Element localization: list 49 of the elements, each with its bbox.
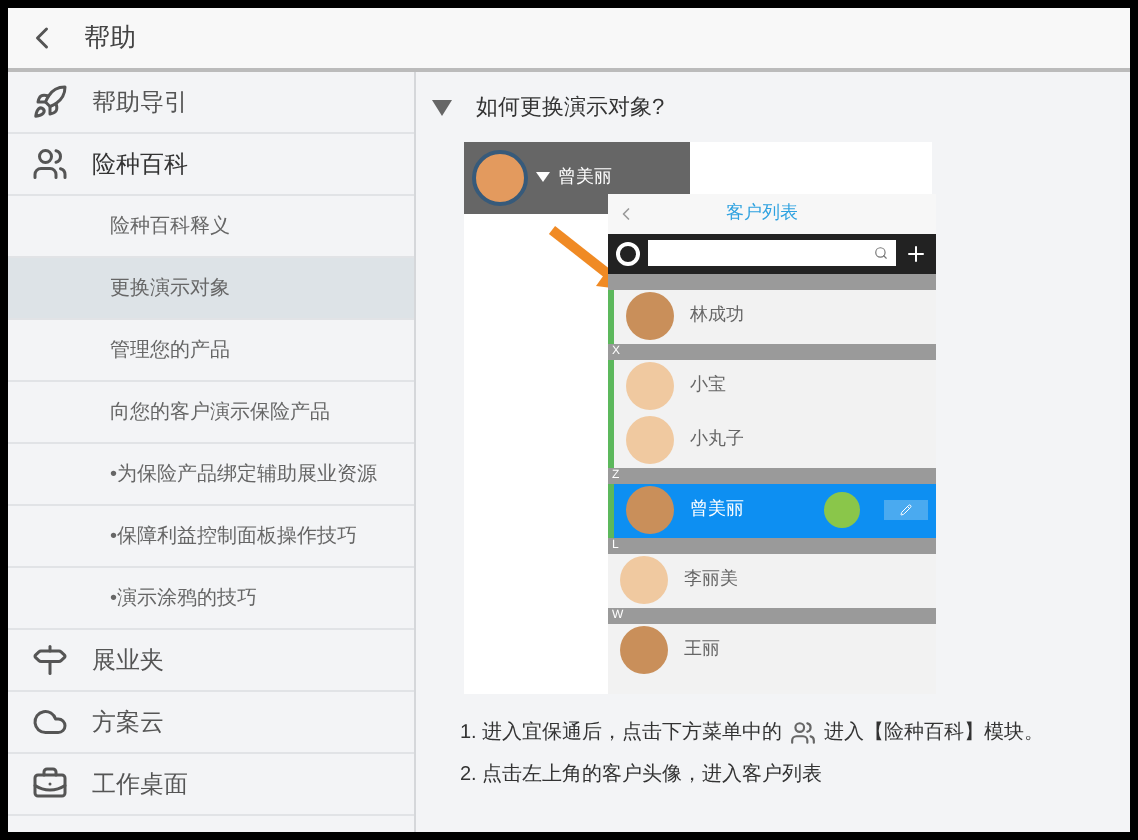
sidebar-subitem[interactable]: •保障利益控制面板操作技巧 [8,506,414,568]
rocket-icon [32,84,68,120]
contact-row[interactable]: 曾美丽 [608,483,936,537]
contact-name: 小丸子 [690,426,744,453]
step-text: 进入【险种百科】模块。 [824,719,1045,747]
contact-name: 小宝 [690,372,726,399]
sidebar-item[interactable]: 帮助导引 [92,84,188,120]
contact-row[interactable]: 王丽 [608,623,936,677]
sidebar-item[interactable]: 工作桌面 [92,766,188,802]
search-icon [874,246,888,260]
people-icon [32,146,68,182]
sidebar-subitem[interactable]: •演示涂鸦的技巧 [8,568,414,630]
pencil-icon [900,504,912,516]
add-icon[interactable] [904,241,928,265]
avatar [626,486,674,534]
avatar-icon [616,241,640,265]
avatar [472,149,528,205]
question-title: 如何更换演示对象? [476,93,665,124]
search-field[interactable] [648,240,896,266]
list-title: 客户列表 [726,199,798,226]
signpost-icon [32,642,68,678]
sidebar-item[interactable]: 方案云 [92,704,164,740]
step-text: 1. 进入宜保通后，点击下方菜单中的 [460,719,783,747]
header-title: 帮助 [84,20,136,57]
cloud-icon [32,704,68,740]
profile-name: 曾美丽 [558,163,612,190]
people-icon [790,719,817,745]
avatar [620,626,668,674]
sidebar-item[interactable]: 展业夹 [92,642,164,678]
sidebar-subitem[interactable]: 管理您的产品 [8,320,414,382]
contact-name: 林成功 [690,302,744,329]
contact-name: 曾美丽 [690,496,744,523]
caret-icon [536,172,550,182]
avatar [620,556,668,604]
briefcase-icon [32,766,68,802]
sidebar-subitem[interactable]: 更换演示对象 [8,258,414,320]
status-badge [824,492,860,528]
contact-row[interactable]: 小宝 [608,359,936,413]
sidebar-item[interactable]: 险种百科 [92,146,188,182]
step-text: 2. 点击左上角的客户头像，进入客户列表 [460,761,823,789]
sidebar-subitem[interactable]: 向您的客户演示保险产品 [8,382,414,444]
contact-name: 王丽 [684,636,720,663]
collapse-caret-icon[interactable] [432,100,452,117]
avatar [626,416,674,464]
avatar [626,292,674,340]
contact-name: 李丽美 [684,566,738,593]
sidebar-subitem[interactable]: •为保险产品绑定辅助展业资源 [8,444,414,506]
avatar [626,362,674,410]
contact-row[interactable]: 李丽美 [608,553,936,607]
